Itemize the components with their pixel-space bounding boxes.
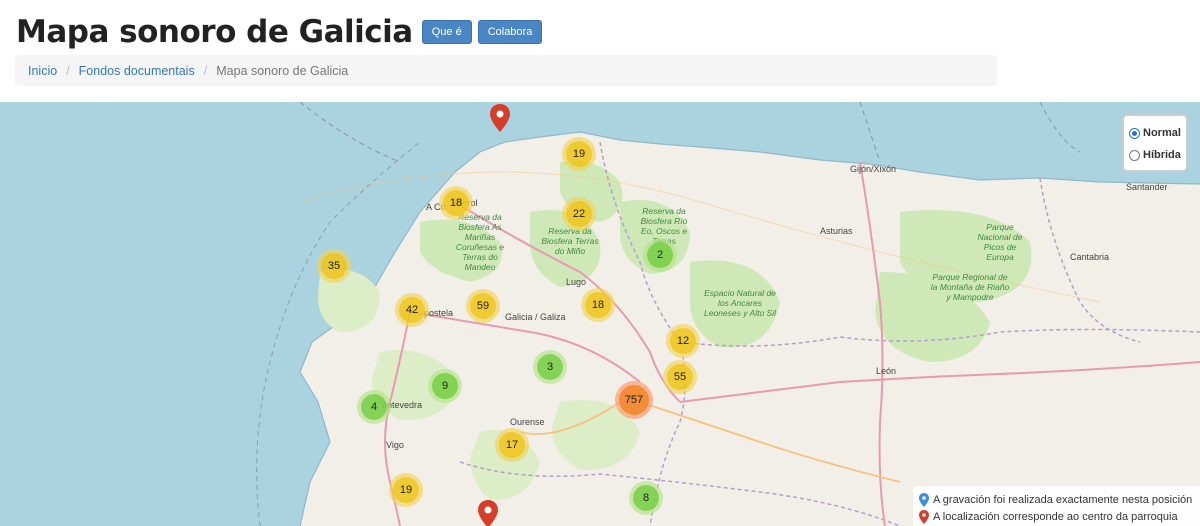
layer-option-label: Normal: [1143, 127, 1181, 139]
marker-cluster[interactable]: 12: [666, 324, 700, 358]
legend-text: A localización corresponde ao centro da …: [933, 510, 1178, 523]
colabora-button[interactable]: Colabora: [477, 20, 543, 44]
breadcrumb-inicio-link[interactable]: Inicio: [28, 64, 57, 78]
cluster-count: 3: [537, 354, 563, 380]
place-label-asturias: Asturias: [820, 226, 853, 236]
red-marker-icon[interactable]: [478, 500, 498, 526]
page-header: Mapa sonoro de Galicia Que é Colabora: [16, 10, 543, 54]
place-label-ourense: Ourense: [510, 417, 545, 427]
place-label-santander: Santander: [1126, 182, 1168, 192]
place-label-galicia: Galicia / Galiza: [505, 312, 566, 322]
cluster-count: 35: [321, 253, 347, 279]
layer-option-hibrida[interactable]: Híbrida: [1129, 144, 1181, 166]
breadcrumb: Inicio / Fondos documentais / Mapa sonor…: [15, 55, 997, 86]
marker-cluster[interactable]: 757: [615, 381, 653, 419]
cluster-count: 8: [633, 485, 659, 511]
que-e-button[interactable]: Que é: [421, 20, 472, 44]
map-legend: A gravación foi realizada exactamente ne…: [913, 486, 1200, 526]
marker-cluster[interactable]: 59: [466, 289, 500, 323]
cluster-count: 22: [566, 201, 592, 227]
cluster-count: 17: [499, 432, 525, 458]
marker-cluster[interactable]: 22: [562, 197, 596, 231]
marker-cluster[interactable]: 2: [643, 238, 677, 272]
cluster-count: 12: [670, 328, 696, 354]
breadcrumb-separator: /: [203, 63, 208, 78]
cluster-count: 18: [443, 190, 469, 216]
place-label-cantabria: Cantabria: [1070, 252, 1110, 262]
cluster-count: 42: [399, 297, 425, 323]
place-label-picos-europa: Parque Nacional de Picos de Europa: [977, 222, 1023, 262]
map-canvas[interactable]: Ferrol A Co Lugo Galicia / Galiza Ourens…: [0, 102, 1200, 526]
marker-cluster[interactable]: 9: [428, 369, 462, 403]
marker-cluster[interactable]: 55: [663, 360, 697, 394]
place-label-marinas-corunesas: Reserva da Biosfera As Mariñas Coruñesas…: [455, 212, 505, 272]
marker-cluster[interactable]: 35: [317, 249, 351, 283]
breadcrumb-current: Mapa sonoro de Galicia: [216, 63, 349, 78]
marker-cluster[interactable]: 42: [395, 293, 429, 327]
legend-text: A gravación foi realizada exactamente ne…: [933, 493, 1193, 506]
marker-cluster[interactable]: 3: [533, 350, 567, 384]
radio-unselected-icon[interactable]: [1129, 149, 1140, 161]
layer-control: Normal Híbrida: [1122, 114, 1188, 172]
cluster-count: 18: [585, 292, 611, 318]
marker-cluster[interactable]: 19: [562, 137, 596, 171]
place-label-vigo: Vigo: [386, 440, 404, 450]
marker-cluster[interactable]: 18: [581, 288, 615, 322]
cluster-count: 4: [361, 394, 387, 420]
radio-selected-icon[interactable]: [1129, 127, 1140, 139]
place-label-lugo: Lugo: [566, 277, 587, 287]
marker-cluster[interactable]: 18: [439, 186, 473, 220]
cluster-count: 9: [432, 373, 458, 399]
marker-cluster[interactable]: 8: [629, 481, 663, 515]
legend-item: A localización corresponde ao centro da …: [919, 508, 1194, 525]
red-marker-icon: [919, 509, 929, 524]
page-title: Mapa sonoro de Galicia: [16, 14, 413, 50]
cluster-count: 19: [566, 141, 592, 167]
place-label-terras-do-mino: Reserva da Biosfera Terras do Miño: [541, 226, 599, 256]
cluster-count: 19: [393, 477, 419, 503]
cluster-count: 55: [667, 364, 693, 390]
marker-cluster[interactable]: 19: [389, 473, 423, 507]
cluster-count: 2: [647, 242, 673, 268]
place-label-gijon: Gijón/Xixón: [850, 164, 897, 174]
place-label-leon: León: [876, 366, 897, 376]
blue-marker-icon: [919, 492, 929, 507]
marker-cluster[interactable]: 4: [357, 390, 391, 424]
marker-cluster[interactable]: 17: [495, 428, 529, 462]
cluster-count: 757: [619, 385, 649, 415]
layer-option-normal[interactable]: Normal: [1129, 122, 1181, 144]
place-label-riano-mampodre: Parque Regional de la Montaña de Riaño y…: [930, 272, 1010, 302]
cluster-count: 59: [470, 293, 496, 319]
layer-option-label: Híbrida: [1143, 149, 1181, 161]
breadcrumb-fondos-link[interactable]: Fondos documentais: [79, 64, 195, 78]
legend-item: A gravación foi realizada exactamente ne…: [919, 491, 1194, 508]
place-label-ancares: Espacio Natural de los Ancares Leoneses …: [704, 288, 776, 318]
breadcrumb-separator: /: [66, 63, 70, 78]
red-marker-icon[interactable]: [490, 104, 510, 132]
